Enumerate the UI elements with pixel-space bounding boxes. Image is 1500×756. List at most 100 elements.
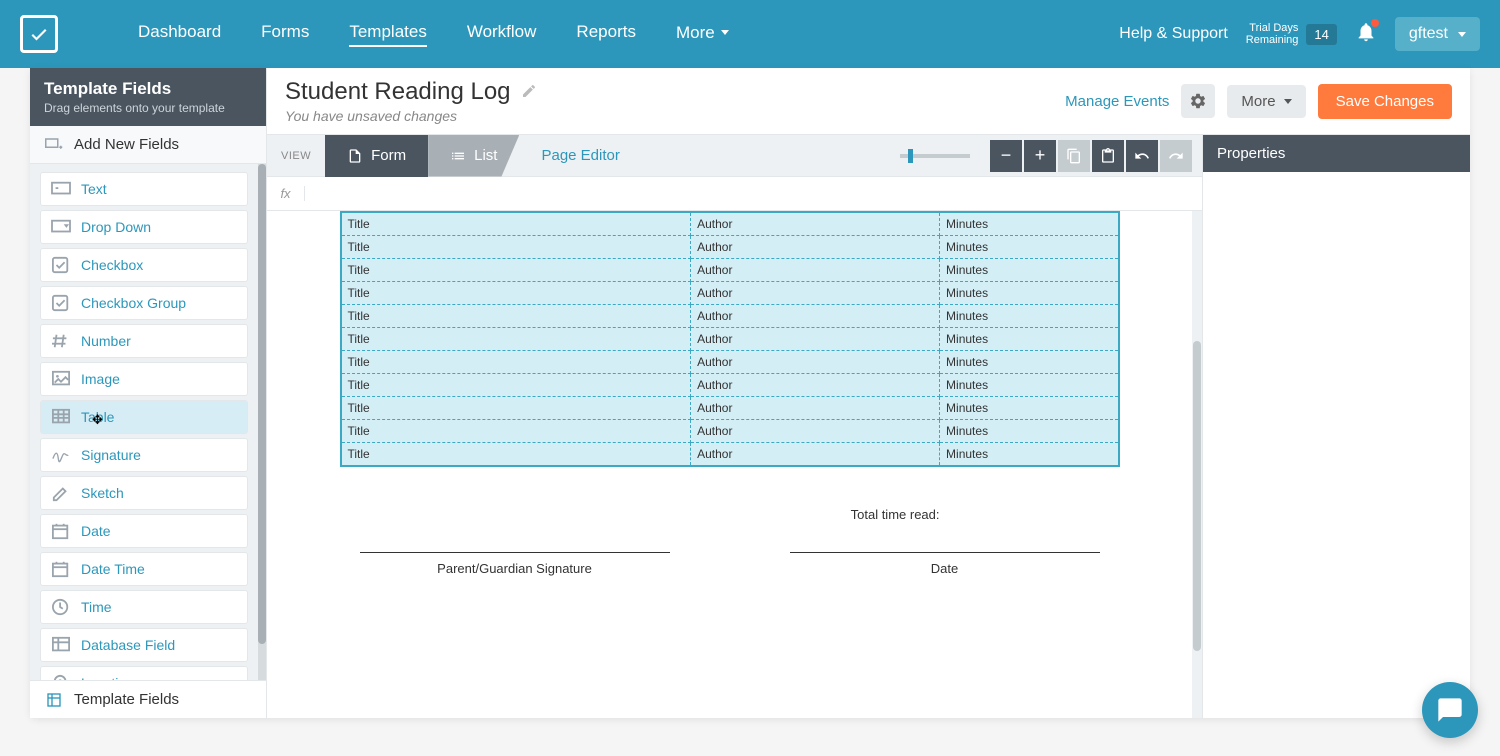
tab-list[interactable]: List	[428, 135, 519, 177]
table-cell[interactable]: Minutes	[940, 328, 1119, 351]
nav-reports[interactable]: Reports	[576, 22, 636, 47]
table-cell[interactable]: Title	[341, 328, 691, 351]
table-row[interactable]: TitleAuthorMinutes	[341, 443, 1119, 467]
table-cell[interactable]: Title	[341, 443, 691, 467]
table-cell[interactable]: Minutes	[940, 282, 1119, 305]
table-cell[interactable]: Author	[691, 420, 940, 443]
top-nav: Dashboard Forms Templates Workflow Reports Mo…	[138, 22, 729, 47]
field-type-time[interactable]: Time	[40, 590, 248, 624]
table-cell[interactable]: Minutes	[940, 443, 1119, 467]
formula-input[interactable]	[305, 186, 1202, 201]
user-menu[interactable]: gftest	[1395, 17, 1480, 51]
undo-button[interactable]	[1126, 140, 1158, 172]
app-logo[interactable]	[20, 15, 58, 53]
table-row[interactable]: TitleAuthorMinutes	[341, 282, 1119, 305]
sidebar-footer-tab[interactable]: Template Fields	[30, 680, 266, 718]
nav-workflow[interactable]: Workflow	[467, 22, 537, 47]
signature-icon	[51, 447, 71, 463]
zoom-in-button[interactable]: +	[1024, 140, 1056, 172]
nav-forms[interactable]: Forms	[261, 22, 309, 47]
table-cell[interactable]: Title	[341, 374, 691, 397]
nav-more[interactable]: More	[676, 22, 729, 47]
table-row[interactable]: TitleAuthorMinutes	[341, 259, 1119, 282]
add-new-fields[interactable]: Add New Fields	[30, 126, 266, 164]
field-type-checkbox-group[interactable]: Checkbox Group	[40, 286, 248, 320]
table-cell[interactable]: Author	[691, 282, 940, 305]
location-icon	[51, 675, 71, 680]
canvas-scrollbar[interactable]	[1192, 211, 1202, 718]
table-cell[interactable]: Title	[341, 420, 691, 443]
table-cell[interactable]: Author	[691, 212, 940, 236]
sidebar-scrollbar[interactable]	[258, 164, 266, 680]
table-cell[interactable]: Author	[691, 328, 940, 351]
unsaved-warning: You have unsaved changes	[285, 108, 537, 124]
field-type-text[interactable]: Text	[40, 172, 248, 206]
table-row[interactable]: TitleAuthorMinutes	[341, 374, 1119, 397]
table-cell[interactable]: Minutes	[940, 212, 1119, 236]
field-type-date[interactable]: Date	[40, 514, 248, 548]
help-link[interactable]: Help & Support	[1119, 25, 1228, 43]
table-cell[interactable]: Author	[691, 397, 940, 420]
more-menu[interactable]: More	[1227, 85, 1305, 118]
table-cell[interactable]: Minutes	[940, 259, 1119, 282]
table-icon	[51, 409, 71, 425]
table-cell[interactable]: Title	[341, 351, 691, 374]
manage-events-link[interactable]: Manage Events	[1065, 93, 1169, 110]
copy-button[interactable]	[1058, 140, 1090, 172]
notification-bell-icon[interactable]	[1355, 21, 1377, 48]
nav-dashboard[interactable]: Dashboard	[138, 22, 221, 47]
settings-button[interactable]	[1181, 84, 1215, 118]
table-row[interactable]: TitleAuthorMinutes	[341, 236, 1119, 259]
chat-fab[interactable]	[1422, 682, 1478, 738]
table-row[interactable]: TitleAuthorMinutes	[341, 420, 1119, 443]
pencil-icon[interactable]	[521, 78, 537, 106]
redo-button[interactable]	[1160, 140, 1192, 172]
save-button[interactable]: Save Changes	[1318, 84, 1452, 119]
nav-templates[interactable]: Templates	[349, 22, 426, 47]
field-type-drop-down[interactable]: Drop Down	[40, 210, 248, 244]
field-type-checkbox[interactable]: Checkbox	[40, 248, 248, 282]
zoom-slider[interactable]	[900, 154, 978, 158]
table-cell[interactable]: Author	[691, 236, 940, 259]
paste-button[interactable]	[1092, 140, 1124, 172]
checkbox-group-icon	[51, 295, 71, 311]
table-cell[interactable]: Title	[341, 305, 691, 328]
table-row[interactable]: TitleAuthorMinutes	[341, 397, 1119, 420]
field-type-number[interactable]: Number	[40, 324, 248, 358]
table-cell[interactable]: Author	[691, 259, 940, 282]
top-bar: Dashboard Forms Templates Workflow Reports Mo…	[0, 0, 1500, 68]
table-cell[interactable]: Title	[341, 282, 691, 305]
field-type-signature[interactable]: Signature	[40, 438, 248, 472]
table-row[interactable]: TitleAuthorMinutes	[341, 212, 1119, 236]
table-cell[interactable]: Minutes	[940, 305, 1119, 328]
table-cell[interactable]: Minutes	[940, 420, 1119, 443]
field-type-date-time[interactable]: Date Time	[40, 552, 248, 586]
field-type-sketch[interactable]: Sketch	[40, 476, 248, 510]
table-cell[interactable]: Author	[691, 443, 940, 467]
table-row[interactable]: TitleAuthorMinutes	[341, 351, 1119, 374]
field-type-database-field[interactable]: Database Field	[40, 628, 248, 662]
table-cell[interactable]: Minutes	[940, 397, 1119, 420]
table-cell[interactable]: Author	[691, 351, 940, 374]
zoom-out-button[interactable]: −	[990, 140, 1022, 172]
tab-form[interactable]: Form	[325, 135, 428, 177]
table-cell[interactable]: Author	[691, 374, 940, 397]
page-title: Student Reading Log	[285, 78, 537, 106]
table-cell[interactable]: Title	[341, 397, 691, 420]
table-cell[interactable]: Minutes	[940, 374, 1119, 397]
field-type-location[interactable]: Location	[40, 666, 248, 680]
field-type-image[interactable]: Image	[40, 362, 248, 396]
reading-log-table[interactable]: TitleAuthorMinutesTitleAuthorMinutesTitl…	[340, 211, 1120, 467]
table-cell[interactable]: Title	[341, 212, 691, 236]
field-type-table[interactable]: Table	[40, 400, 248, 434]
table-cell[interactable]: Minutes	[940, 236, 1119, 259]
tab-page-editor[interactable]: Page Editor	[519, 135, 641, 177]
chevron-down-icon	[721, 30, 729, 35]
table-cell[interactable]: Author	[691, 305, 940, 328]
table-cell[interactable]: Minutes	[940, 351, 1119, 374]
table-row[interactable]: TitleAuthorMinutes	[341, 305, 1119, 328]
table-row[interactable]: TitleAuthorMinutes	[341, 328, 1119, 351]
canvas[interactable]: TitleAuthorMinutesTitleAuthorMinutesTitl…	[267, 211, 1192, 718]
table-cell[interactable]: Title	[341, 236, 691, 259]
table-cell[interactable]: Title	[341, 259, 691, 282]
